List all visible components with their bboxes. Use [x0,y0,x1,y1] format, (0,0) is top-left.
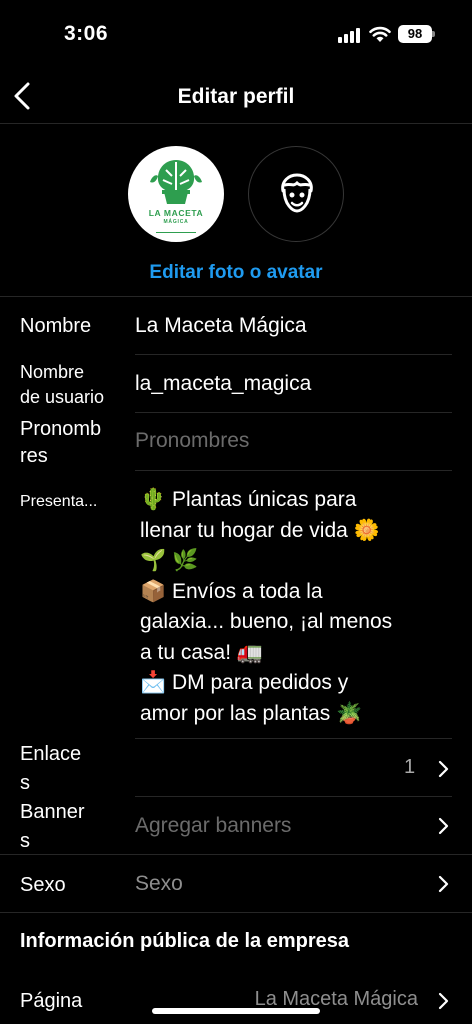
banners-field[interactable]: Agregar banners [135,813,291,839]
pronouns-label-line1: Pronomb [20,418,102,440]
links-label-line2: s [20,772,30,794]
links-label-line1: Enlace [20,743,82,765]
monstera-pot-logo-icon [150,160,202,233]
logo-brand-subtext: MÁGICA [163,219,189,225]
divider [0,123,472,124]
battery-icon: 98 [398,25,432,43]
username-field[interactable]: la_maceta_magica [135,371,311,397]
divider [0,296,472,297]
avatar-face-icon [281,173,313,213]
divider [135,354,452,355]
profile-avatar[interactable]: LA MACETA MÁGICA [128,146,224,242]
divider [135,738,452,739]
battery-tip [432,31,435,37]
wifi-icon [369,26,391,42]
status-time: 3:06 [64,22,109,45]
name-field[interactable]: La Maceta Mágica [135,313,307,339]
avatar-option[interactable] [248,146,344,242]
divider [135,796,452,797]
pronouns-field[interactable]: Pronombres [135,428,249,454]
gender-field[interactable]: Sexo [135,871,183,897]
bio-field[interactable]: 🌵 Plantas únicas para llenar tu hogar de… [140,485,445,729]
bio-label: Presenta... [20,493,98,510]
gender-label: Sexo [20,874,66,896]
home-indicator[interactable] [152,1008,320,1014]
pronouns-label-line2: res [20,445,48,467]
gender-chevron-right-icon[interactable] [436,874,450,894]
username-label-line1: Nombre [20,362,85,382]
cellular-signal-icon [338,27,362,43]
username-label-line2: de usuario [20,387,105,407]
nav-bar: Editar perfil [0,72,472,122]
banners-label-line1: Banner [20,801,85,823]
logo-brand-text: LA MACETA [148,208,204,218]
divider [0,912,472,913]
name-label: Nombre [20,315,92,337]
page-label: Página [20,990,83,1012]
page-title: Editar perfil [177,85,295,108]
page-chevron-right-icon[interactable] [436,991,450,1011]
business-section-title: Información pública de la empresa [20,930,349,952]
divider [135,470,452,471]
banners-label-line2: s [20,830,30,852]
edit-photo-link[interactable]: Editar foto o avatar [0,262,472,284]
links-count: 1 [404,756,416,778]
links-chevron-right-icon[interactable] [436,759,450,779]
banners-chevron-right-icon[interactable] [436,816,450,836]
status-bar: 3:06 98 [0,0,472,70]
divider [0,854,472,855]
divider [135,412,452,413]
